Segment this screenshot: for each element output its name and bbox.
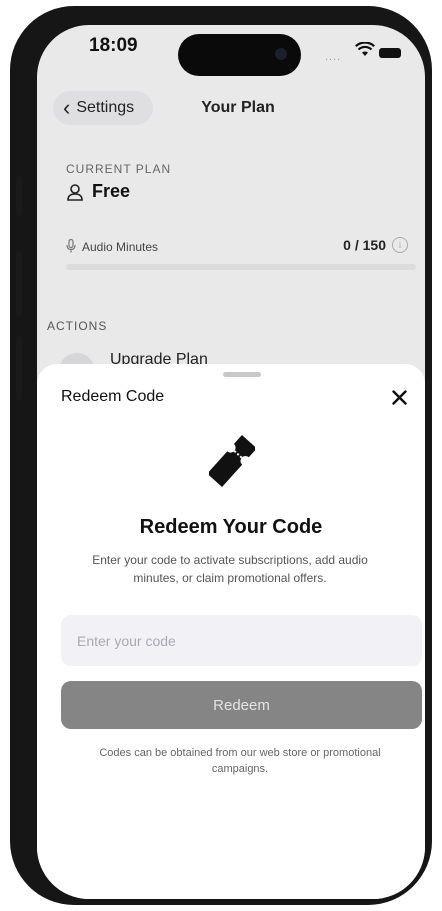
actions-label: ACTIONS bbox=[47, 319, 108, 333]
redeem-footnote: Codes can be obtained from our web store… bbox=[99, 747, 381, 775]
close-button[interactable] bbox=[387, 385, 411, 409]
code-input[interactable] bbox=[61, 615, 422, 666]
audio-minutes-value: 0 / 150 bbox=[343, 237, 386, 253]
battery-icon bbox=[379, 48, 401, 58]
redeem-description: Enter your code to activate subscription… bbox=[92, 553, 368, 585]
camera-icon bbox=[275, 48, 287, 60]
audio-minutes-progress bbox=[66, 264, 416, 270]
dynamic-island bbox=[178, 34, 301, 76]
plan-name: Free bbox=[92, 181, 131, 201]
ticket-icon bbox=[209, 434, 255, 488]
side-button-mute bbox=[16, 176, 22, 216]
redeem-button[interactable]: Redeem bbox=[61, 681, 422, 729]
microphone-icon bbox=[66, 239, 76, 253]
status-bar: 18:09 .... bbox=[37, 25, 425, 85]
sheet-handle[interactable] bbox=[223, 372, 261, 377]
audio-minutes-row: Audio Minutes 0 / 150 i bbox=[66, 237, 416, 257]
page-title: Your Plan bbox=[201, 99, 275, 116]
phone-frame: 18:09 .... ‹ Settings Your Plan CURRENT … bbox=[10, 6, 432, 905]
signal-indicator: .... bbox=[325, 51, 342, 63]
side-button-volume-up bbox=[16, 251, 22, 316]
plan-name-row: Free bbox=[66, 181, 130, 202]
info-icon[interactable]: i bbox=[392, 237, 408, 253]
current-plan-card: CURRENT PLAN Free Audio Minutes 0 / 150 … bbox=[49, 140, 416, 295]
nav-bar: ‹ Settings Your Plan bbox=[37, 87, 425, 127]
side-button-volume-down bbox=[16, 336, 22, 401]
current-plan-label: CURRENT PLAN bbox=[66, 162, 172, 176]
audio-minutes-label: Audio Minutes bbox=[82, 240, 159, 254]
user-icon bbox=[67, 183, 83, 201]
screen: 18:09 .... ‹ Settings Your Plan CURRENT … bbox=[37, 25, 425, 899]
status-time: 18:09 bbox=[89, 35, 138, 56]
redeem-heading: Redeem Your Code bbox=[139, 516, 323, 538]
sheet-title: Redeem Code bbox=[61, 388, 165, 405]
wifi-icon bbox=[355, 42, 375, 56]
close-icon bbox=[391, 389, 407, 405]
redeem-sheet: Redeem Code Redeem Your Code Enter your … bbox=[37, 364, 425, 899]
